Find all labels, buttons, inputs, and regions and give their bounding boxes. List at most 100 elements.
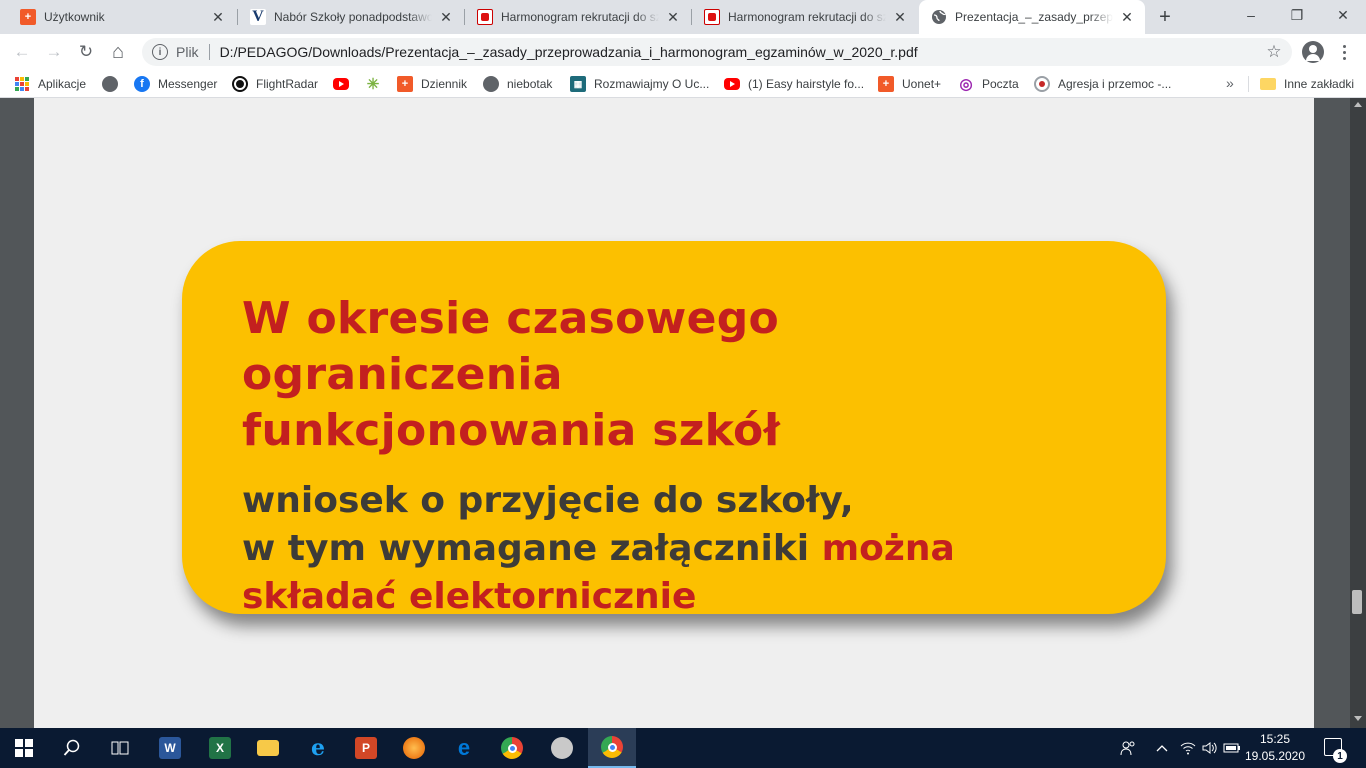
- task-view-button[interactable]: [96, 728, 144, 768]
- close-icon[interactable]: ✕: [1119, 9, 1135, 25]
- close-icon[interactable]: ✕: [438, 9, 454, 25]
- bookmark-spark[interactable]: ✳: [365, 74, 389, 94]
- battery-icon[interactable]: [1222, 728, 1242, 768]
- tray-chevron-up-icon[interactable]: [1152, 728, 1172, 768]
- taskbar-excel[interactable]: X: [196, 728, 244, 768]
- eagle-emblem-icon: [477, 9, 493, 25]
- bookmark-poczta[interactable]: ◎ Poczta: [958, 74, 1018, 94]
- paint-icon: [551, 737, 573, 759]
- bookmark-niebotak[interactable]: niebotak: [483, 74, 552, 94]
- powerpoint-icon: P: [355, 737, 377, 759]
- tab-label: Harmonogram rekrutacji do szkół: [501, 10, 659, 24]
- bookmark-uonet[interactable]: + Uonet+: [878, 74, 941, 94]
- back-button[interactable]: ←: [8, 38, 36, 66]
- taskbar-clock[interactable]: 15:25 19.05.2020: [1240, 731, 1310, 765]
- tab-harmonogram-1[interactable]: Harmonogram rekrutacji do szkół ✕: [465, 0, 691, 34]
- people-icon[interactable]: [1116, 728, 1140, 768]
- tab-strip: + Użytkownik ✕ V Nabór Szkoły ponadpodst…: [0, 0, 1366, 34]
- windows-taskbar: W X e P e: [0, 728, 1366, 768]
- taskbar-explorer[interactable]: [244, 728, 292, 768]
- bookmark-youtube[interactable]: [333, 74, 357, 94]
- address-bar[interactable]: i Plik D:/PEDAGOG/Downloads/Prezentacja_…: [142, 38, 1292, 66]
- youtube-icon: [724, 78, 740, 90]
- orange-plus-icon: +: [878, 76, 894, 92]
- bookmark-label: FlightRadar: [256, 77, 319, 91]
- taskbar-chrome[interactable]: [488, 728, 536, 768]
- search-icon: [63, 739, 80, 756]
- tab-label: Harmonogram rekrutacji do szkół: [728, 10, 886, 24]
- excel-icon: X: [209, 737, 231, 759]
- body-highlight: można: [821, 528, 955, 569]
- globe-icon: [102, 76, 118, 92]
- eagle-emblem-icon: [704, 9, 720, 25]
- home-button[interactable]: ⌂: [104, 38, 132, 66]
- tab-prezentacja[interactable]: Prezentacja_–_zasady_przeprowadzania ✕: [919, 0, 1145, 34]
- orange-plus-icon: +: [397, 76, 413, 92]
- tab-uzytkownik[interactable]: + Użytkownik ✕: [8, 0, 236, 34]
- taskbar-powerpoint[interactable]: P: [342, 728, 390, 768]
- bookmark-label: Uonet+: [902, 77, 942, 91]
- wifi-icon[interactable]: [1178, 728, 1198, 768]
- folder-icon: [1260, 78, 1276, 90]
- start-icon: [15, 739, 33, 757]
- forward-button[interactable]: →: [40, 38, 68, 66]
- new-tab-button[interactable]: +: [1154, 6, 1176, 28]
- bookmarks-separator: [1248, 76, 1249, 92]
- scrollbar-thumb[interactable]: [1352, 590, 1362, 614]
- search-button[interactable]: [48, 728, 96, 768]
- agresja-icon: [1034, 76, 1050, 92]
- start-button[interactable]: [0, 728, 48, 768]
- bookmarks-more-button[interactable]: »: [1226, 75, 1234, 91]
- volume-icon[interactable]: [1200, 728, 1220, 768]
- scroll-down-arrow-icon[interactable]: [1354, 716, 1362, 721]
- minimize-button[interactable]: –: [1228, 0, 1274, 30]
- reload-button[interactable]: ↻: [72, 38, 100, 66]
- taskbar-paint[interactable]: [538, 728, 586, 768]
- taskbar-firefox[interactable]: [390, 728, 438, 768]
- menu-kebab-icon[interactable]: [1336, 40, 1352, 64]
- close-icon[interactable]: ✕: [665, 9, 681, 25]
- bookmark-flightradar[interactable]: FlightRadar: [232, 74, 318, 94]
- bookmark-star-icon[interactable]: ☆: [1260, 42, 1288, 62]
- bookmark-globe[interactable]: [102, 74, 126, 94]
- slide-body: wniosek o przyjęcie do szkoły, w tym wym…: [242, 477, 1106, 621]
- url-text[interactable]: D:/PEDAGOG/Downloads/Prezentacja_–_zasad…: [220, 44, 1260, 60]
- tab-label: Prezentacja_–_zasady_przeprowadzania: [955, 10, 1113, 24]
- bookmark-other[interactable]: Inne zakładki: [1260, 74, 1354, 94]
- firefox-icon: [403, 737, 425, 759]
- url-scheme: Plik: [176, 44, 199, 60]
- bookmark-label: Dziennik: [421, 77, 468, 91]
- info-icon[interactable]: i: [152, 44, 168, 60]
- body-line-1: wniosek o przyjęcie do szkoły,: [242, 480, 854, 521]
- taskbar-ie[interactable]: e: [294, 728, 342, 768]
- bookmark-agresja[interactable]: Agresja i przemoc -...: [1034, 74, 1171, 94]
- bookmark-easy-hairstyle[interactable]: (1) Easy hairstyle fo...: [724, 74, 864, 94]
- tab-harmonogram-2[interactable]: Harmonogram rekrutacji do szkół ✕: [692, 0, 918, 34]
- bookmark-messenger[interactable]: f Messenger: [134, 74, 217, 94]
- clock-date: 19.05.2020: [1244, 749, 1306, 763]
- taskbar-word[interactable]: W: [146, 728, 194, 768]
- url-separator: [208, 44, 210, 60]
- close-window-button[interactable]: ✕: [1320, 0, 1366, 30]
- tab-label: Użytkownik: [44, 10, 105, 24]
- task-view-icon: [111, 741, 129, 755]
- bookmark-label: Agresja i przemoc -...: [1058, 77, 1172, 91]
- vertical-scrollbar[interactable]: [1350, 98, 1366, 728]
- profile-avatar-icon[interactable]: [1302, 41, 1324, 63]
- close-icon[interactable]: ✕: [892, 9, 908, 25]
- bookmark-aplikacje[interactable]: Aplikacje: [14, 74, 86, 94]
- chrome-icon: [501, 737, 523, 759]
- close-icon[interactable]: ✕: [210, 9, 226, 25]
- pdf-viewer: W okresie czasowego ograniczenia funkcjo…: [0, 98, 1366, 728]
- bookmark-rozmawiajmy[interactable]: ▦ Rozmawiajmy O Uc...: [570, 74, 709, 94]
- bookmark-label: niebotak: [507, 77, 553, 91]
- body-line-2: w tym wymagane załączniki: [242, 528, 822, 569]
- scroll-up-arrow-icon[interactable]: [1354, 102, 1362, 107]
- tab-nabor[interactable]: V Nabór Szkoły ponadpodstawowe ✕: [238, 0, 464, 34]
- maximize-button[interactable]: ❐: [1274, 0, 1320, 30]
- word-icon: W: [159, 737, 181, 759]
- bookmark-dziennik[interactable]: + Dziennik: [397, 74, 467, 94]
- taskbar-edge[interactable]: e: [440, 728, 488, 768]
- bookmark-label: Aplikacje: [38, 77, 87, 91]
- taskbar-chrome-active[interactable]: [588, 728, 636, 768]
